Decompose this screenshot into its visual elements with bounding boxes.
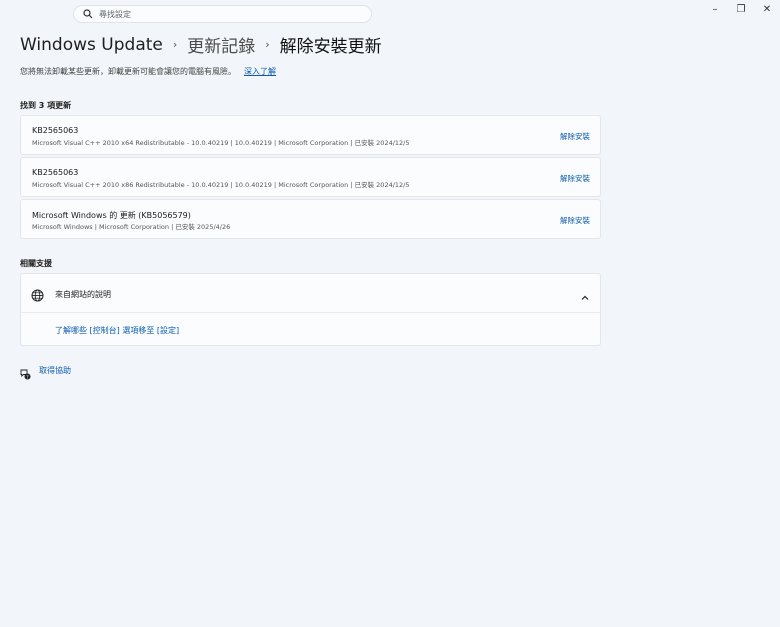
update-details: Microsoft Windows | Microsoft Corporatio… (32, 223, 231, 231)
minimize-button[interactable]: – (702, 0, 728, 18)
page-title: 解除安裝更新 (279, 37, 382, 57)
update-details: Microsoft Visual C++ 2010 x64 Redistribu… (32, 139, 410, 147)
control-panel-options-link[interactable]: 了解哪些 [控制台] 選項移至 [設定] (55, 325, 179, 336)
close-button[interactable]: ✕ (754, 0, 780, 18)
globe-icon (31, 287, 44, 302)
description-text: 您將無法卸載某些更新，卸載更新可能會讓您的電腦有風險。 (20, 67, 236, 76)
search-box[interactable] (73, 5, 372, 23)
settings-window: – ❐ ✕ Windows Update › 更新記錄 › 解除安裝更新 您將無… (0, 0, 780, 627)
chevron-right-icon: › (172, 38, 178, 51)
update-item: KB2565063 Microsoft Visual C++ 2010 x86 … (20, 157, 601, 197)
breadcrumb: Windows Update › 更新記錄 › 解除安裝更新 (20, 32, 382, 58)
support-card-title: 來自網站的說明 (55, 290, 111, 299)
related-support-heading: 相關支援 (20, 259, 52, 268)
update-item: Microsoft Windows 的 更新 (KB5056579) Micro… (20, 199, 601, 239)
uninstall-button[interactable]: 解除安裝 (560, 215, 590, 226)
breadcrumb-windows-update[interactable]: Windows Update (20, 35, 163, 55)
support-card-header[interactable]: 來自網站的說明 (21, 274, 600, 313)
support-card: 來自網站的說明 了解哪些 [控制台] 選項移至 [設定] (20, 273, 601, 346)
page-description: 您將無法卸載某些更新，卸載更新可能會讓您的電腦有風險。 深入了解 (20, 66, 276, 77)
update-details: Microsoft Visual C++ 2010 x86 Redistribu… (32, 181, 410, 189)
uninstall-button[interactable]: 解除安裝 (560, 131, 590, 142)
uninstall-button[interactable]: 解除安裝 (560, 173, 590, 184)
search-input[interactable] (99, 9, 339, 19)
update-name: KB2565063 (32, 168, 79, 177)
window-controls: – ❐ ✕ (702, 0, 780, 18)
update-item: KB2565063 Microsoft Visual C++ 2010 x64 … (20, 115, 601, 155)
update-name: KB2565063 (32, 126, 79, 135)
chevron-right-icon: › (265, 38, 270, 51)
updates-found-heading: 找到 3 項更新 (20, 101, 72, 110)
get-help-link[interactable]: 取得協助 (39, 365, 71, 376)
maximize-button[interactable]: ❐ (728, 0, 754, 18)
chevron-up-icon[interactable] (580, 288, 590, 300)
learn-more-link[interactable]: 深入了解 (244, 66, 276, 77)
breadcrumb-update-history[interactable]: 更新記錄 (187, 32, 255, 57)
search-icon (82, 8, 94, 20)
help-icon: ? (20, 365, 31, 380)
update-name: Microsoft Windows 的 更新 (KB5056579) (32, 211, 191, 220)
get-help[interactable]: ? 取得協助 (20, 365, 71, 380)
